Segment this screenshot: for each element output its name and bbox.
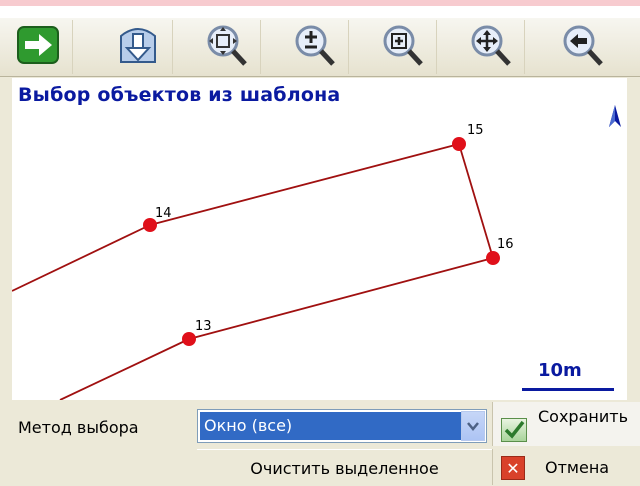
cancel-button-label: Отмена (545, 458, 610, 477)
scale-label: 10m (538, 360, 582, 381)
next-button[interactable] (4, 20, 73, 74)
zoom-extents-icon (203, 22, 249, 72)
point-label-16: 16 (497, 237, 514, 252)
top-decoration (0, 0, 640, 6)
segment-15-16 (458, 143, 494, 259)
zoom-in-out-icon (291, 22, 337, 72)
point-label-15: 15 (467, 123, 484, 138)
map-canvas[interactable]: Выбор объектов из шаблона 13 14 15 16 10… (12, 78, 627, 400)
toolbar (0, 18, 640, 77)
zoom-previous-icon (559, 22, 605, 72)
method-select-value: Окно (все) (200, 412, 462, 440)
template-down-icon (115, 22, 161, 72)
point-label-13: 13 (195, 319, 212, 334)
method-select[interactable]: Окно (все) (197, 409, 487, 443)
save-button-label: Сохранить (538, 407, 628, 426)
clear-selection-button[interactable]: Очистить выделенное (197, 449, 492, 486)
load-template-button[interactable] (104, 20, 173, 74)
bottom-panel: Метод выбора Окно (все) Сохранить Очисти… (0, 400, 640, 486)
point-13[interactable] (182, 332, 196, 346)
pan-icon (467, 22, 513, 72)
dropdown-arrow-button[interactable] (461, 411, 485, 441)
chevron-down-icon (467, 422, 479, 431)
method-label: Метод выбора (18, 418, 139, 437)
segment-edge-left-upper (12, 224, 151, 292)
cancel-button[interactable]: ✕ Отмена (492, 449, 640, 485)
segment-16-13 (188, 257, 494, 340)
save-button[interactable]: Сохранить (492, 402, 640, 446)
close-icon: ✕ (501, 456, 525, 480)
point-label-14: 14 (155, 206, 172, 221)
survey-plot: 13 14 15 16 (12, 123, 514, 400)
scale-bar (522, 388, 614, 391)
segment-14-15 (149, 143, 460, 226)
zoom-window-icon (379, 22, 425, 72)
pan-button[interactable] (456, 20, 525, 74)
zoom-previous-button[interactable] (548, 20, 616, 74)
top-strip (0, 0, 640, 18)
point-16[interactable] (486, 251, 500, 265)
arrow-right-icon (16, 25, 60, 69)
zoom-extents-button[interactable] (192, 20, 261, 74)
segment-edge-left-lower (59, 338, 190, 400)
zoom-window-button[interactable] (368, 20, 437, 74)
checkmark-icon (501, 418, 527, 442)
zoom-in-out-button[interactable] (280, 20, 349, 74)
point-15[interactable] (452, 137, 466, 151)
